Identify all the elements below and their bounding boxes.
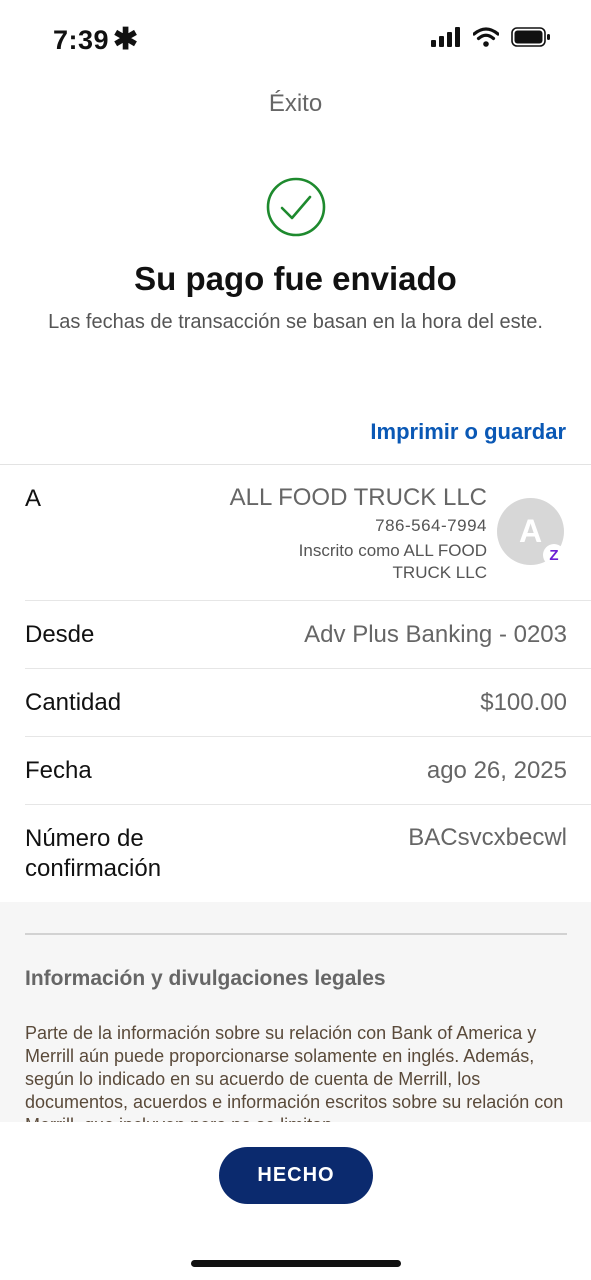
checkmark-circle-icon: [266, 177, 326, 237]
recipient-phone: 786-564-7994: [375, 516, 487, 535]
recipient-enrolled-as: Inscrito como ALL FOOD TRUCK LLC: [298, 541, 487, 582]
from-value: Adv Plus Banking - 0203: [304, 621, 567, 648]
confirmation-value: BACsvcxbecwl: [408, 824, 567, 851]
zelle-badge-icon: Z: [543, 544, 565, 566]
page-title: Éxito: [268, 90, 323, 117]
date-label: Fecha: [25, 757, 92, 784]
legal-heading: Información y divulgaciones legales: [25, 967, 386, 990]
done-button[interactable]: HECHO: [219, 1147, 373, 1204]
signal-icon: [431, 27, 460, 47]
battery-icon: [511, 27, 550, 47]
confirmation-label: Número de confirmación: [25, 825, 162, 882]
wifi-icon: [473, 27, 499, 47]
from-label: Desde: [25, 621, 95, 648]
legal-divider: [25, 933, 567, 935]
zelle-badge-letter: Z: [549, 546, 559, 564]
row-divider: [25, 600, 591, 601]
success-subtitle: Las fechas de transacción se basan en la…: [48, 311, 543, 333]
recipient-label: A: [25, 485, 42, 512]
row-divider: [25, 668, 591, 669]
amount-label: Cantidad: [25, 689, 122, 716]
date-value: ago 26, 2025: [426, 757, 567, 784]
legal-section[interactable]: Información y divulgaciones legales Part…: [0, 902, 591, 1122]
recipient-name: ALL FOOD TRUCK LLC: [229, 484, 487, 511]
row-divider: [25, 804, 591, 805]
legal-body-text: Parte de la información sobre su relació…: [25, 1023, 564, 1122]
row-divider: [25, 736, 591, 737]
avatar-initial: A: [518, 513, 543, 549]
status-time: 7:39 ✱: [53, 22, 139, 57]
status-time-text: 7:39: [53, 25, 110, 55]
success-headline: Su pago fue enviado: [134, 260, 457, 297]
status-bar: 7:39 ✱: [0, 0, 591, 80]
focus-mode-icon: ✱: [113, 23, 139, 56]
amount-value: $100.00: [480, 689, 567, 716]
status-icons: [431, 27, 551, 47]
print-save-link[interactable]: Imprimir o guardar: [370, 419, 566, 445]
home-indicator: [191, 1260, 401, 1267]
section-divider: [0, 464, 591, 465]
